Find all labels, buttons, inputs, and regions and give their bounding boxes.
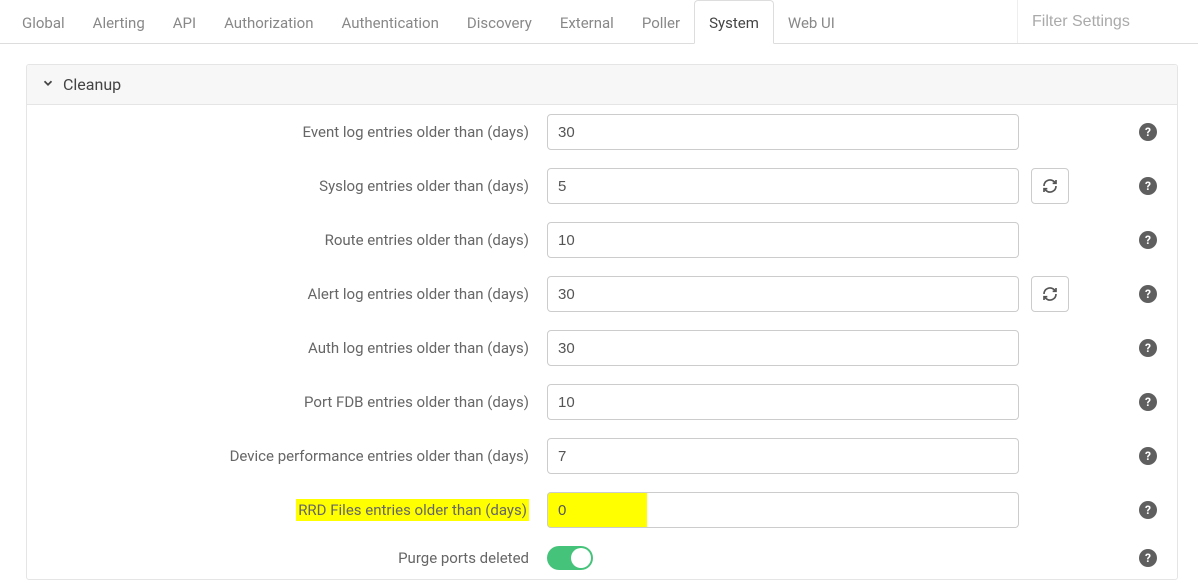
reset-col bbox=[1019, 276, 1081, 312]
help-col: ? bbox=[1081, 393, 1163, 411]
setting-input[interactable] bbox=[547, 384, 1019, 420]
reset-button[interactable] bbox=[1031, 276, 1069, 312]
setting-row: Syslog entries older than (days)? bbox=[27, 159, 1177, 213]
refresh-icon bbox=[1042, 178, 1058, 194]
help-icon[interactable]: ? bbox=[1139, 177, 1157, 195]
input-wrap bbox=[547, 114, 1019, 150]
tab-external[interactable]: External bbox=[546, 0, 628, 43]
help-icon[interactable]: ? bbox=[1139, 549, 1157, 567]
help-col: ? bbox=[1081, 339, 1163, 357]
setting-label: Device performance entries older than (d… bbox=[27, 447, 547, 465]
setting-input[interactable] bbox=[547, 168, 1019, 204]
tab-global[interactable]: Global bbox=[8, 0, 79, 43]
top-bar: GlobalAlertingAPIAuthorizationAuthentica… bbox=[0, 0, 1198, 44]
input-wrap bbox=[547, 276, 1019, 312]
input-wrap bbox=[547, 222, 1019, 258]
help-icon[interactable]: ? bbox=[1139, 501, 1157, 519]
setting-row: Device performance entries older than (d… bbox=[27, 429, 1177, 483]
setting-label: Alert log entries older than (days) bbox=[27, 285, 547, 303]
chevron-down-icon bbox=[41, 75, 55, 94]
tab-authentication[interactable]: Authentication bbox=[328, 0, 453, 43]
setting-input[interactable] bbox=[547, 330, 1019, 366]
setting-row: RRD Files entries older than (days)? bbox=[27, 483, 1177, 537]
content-area: Cleanup Event log entries older than (da… bbox=[0, 44, 1198, 580]
tab-alerting[interactable]: Alerting bbox=[79, 0, 159, 43]
tab-api[interactable]: API bbox=[159, 0, 210, 43]
tab-authorization[interactable]: Authorization bbox=[210, 0, 327, 43]
help-icon[interactable]: ? bbox=[1139, 447, 1157, 465]
setting-label: Auth log entries older than (days) bbox=[27, 339, 547, 357]
setting-row: Route entries older than (days)? bbox=[27, 213, 1177, 267]
help-col: ? bbox=[1081, 177, 1163, 195]
tab-system[interactable]: System bbox=[694, 0, 774, 44]
help-icon[interactable]: ? bbox=[1139, 231, 1157, 249]
cleanup-panel-header[interactable]: Cleanup bbox=[27, 65, 1177, 105]
setting-input[interactable] bbox=[547, 438, 1019, 474]
help-icon[interactable]: ? bbox=[1139, 393, 1157, 411]
input-wrap bbox=[547, 546, 1019, 570]
filter-box bbox=[1017, 0, 1198, 43]
setting-row: Purge ports deleted? bbox=[27, 537, 1177, 579]
help-icon[interactable]: ? bbox=[1139, 285, 1157, 303]
setting-label: RRD Files entries older than (days) bbox=[27, 501, 547, 519]
input-wrap bbox=[547, 330, 1019, 366]
setting-input[interactable] bbox=[547, 222, 1019, 258]
setting-row: Auth log entries older than (days)? bbox=[27, 321, 1177, 375]
reset-button[interactable] bbox=[1031, 168, 1069, 204]
tab-discovery[interactable]: Discovery bbox=[453, 0, 546, 43]
reset-col bbox=[1019, 168, 1081, 204]
help-icon[interactable]: ? bbox=[1139, 123, 1157, 141]
setting-input[interactable] bbox=[547, 114, 1019, 150]
setting-label: Event log entries older than (days) bbox=[27, 123, 547, 141]
purge-ports-toggle[interactable] bbox=[547, 546, 593, 570]
help-col: ? bbox=[1081, 285, 1163, 303]
setting-row: Event log entries older than (days)? bbox=[27, 105, 1177, 159]
input-wrap bbox=[547, 168, 1019, 204]
help-col: ? bbox=[1081, 231, 1163, 249]
setting-input[interactable] bbox=[547, 276, 1019, 312]
input-wrap bbox=[547, 384, 1019, 420]
panel-title: Cleanup bbox=[63, 75, 121, 94]
setting-label: Purge ports deleted bbox=[27, 549, 547, 567]
help-icon[interactable]: ? bbox=[1139, 339, 1157, 357]
input-wrap bbox=[547, 492, 1019, 528]
tab-poller[interactable]: Poller bbox=[628, 0, 694, 43]
refresh-icon bbox=[1042, 286, 1058, 302]
help-col: ? bbox=[1081, 123, 1163, 141]
cleanup-panel: Cleanup Event log entries older than (da… bbox=[26, 64, 1178, 580]
setting-input[interactable] bbox=[547, 492, 1019, 528]
help-col: ? bbox=[1081, 447, 1163, 465]
form-body: Event log entries older than (days)?Sysl… bbox=[27, 105, 1177, 579]
input-wrap bbox=[547, 438, 1019, 474]
setting-label: Syslog entries older than (days) bbox=[27, 177, 547, 195]
setting-row: Port FDB entries older than (days)? bbox=[27, 375, 1177, 429]
help-col: ? bbox=[1081, 501, 1163, 519]
filter-settings-input[interactable] bbox=[1018, 0, 1198, 43]
setting-label: Route entries older than (days) bbox=[27, 231, 547, 249]
tab-web-ui[interactable]: Web UI bbox=[774, 0, 849, 43]
settings-tabs: GlobalAlertingAPIAuthorizationAuthentica… bbox=[8, 0, 1017, 43]
toggle-knob bbox=[571, 548, 591, 568]
help-col: ? bbox=[1081, 549, 1163, 567]
setting-row: Alert log entries older than (days)? bbox=[27, 267, 1177, 321]
setting-label: Port FDB entries older than (days) bbox=[27, 393, 547, 411]
